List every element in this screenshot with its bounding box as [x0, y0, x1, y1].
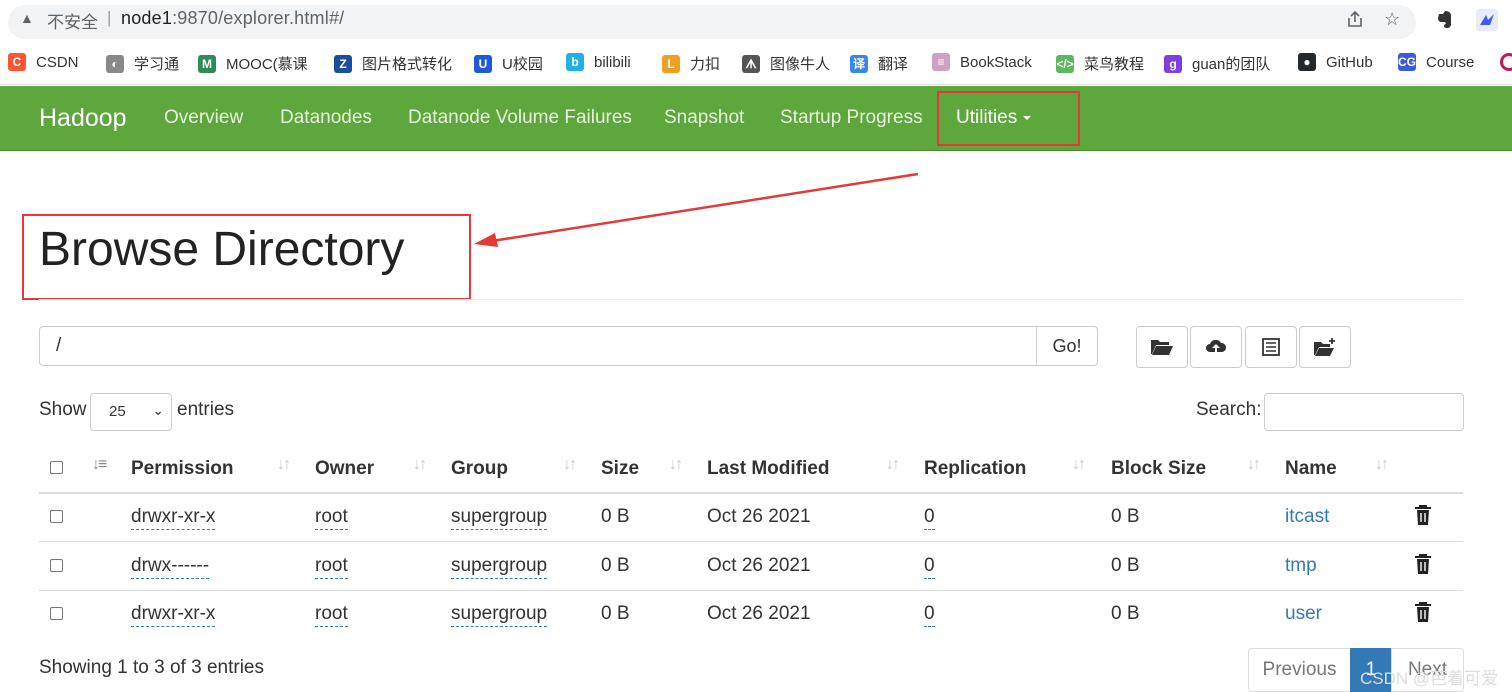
cell-modified: Oct 26 2021 [707, 506, 811, 527]
cell-permission[interactable]: drwx------ [131, 555, 210, 579]
header-divider [39, 492, 1463, 494]
page-length-select[interactable]: 25 ⌄ [90, 393, 172, 431]
cell-group[interactable]: supergroup [451, 603, 548, 627]
cell-block-size: 0 B [1111, 555, 1140, 576]
col-block-size[interactable]: Block Size [1111, 458, 1206, 480]
cell-owner[interactable]: root [315, 603, 348, 627]
sort-icon[interactable]: ↓↑ [413, 456, 427, 474]
row-checkbox[interactable] [50, 607, 63, 620]
sort-icon[interactable]: ↓↑ [1375, 456, 1389, 474]
entries-label: entries [177, 399, 235, 420]
page-length-value: 25 [109, 403, 126, 420]
row-divider [39, 590, 1463, 591]
col-owner[interactable]: Owner [315, 458, 374, 480]
trash-icon[interactable] [1413, 504, 1433, 526]
cell-owner[interactable]: root [315, 506, 348, 530]
cell-modified: Oct 26 2021 [707, 555, 811, 576]
row-divider [39, 541, 1463, 542]
cell-size: 0 B [601, 603, 630, 624]
cell-name-link[interactable]: tmp [1285, 555, 1317, 577]
cell-size: 0 B [601, 506, 630, 527]
cell-group[interactable]: supergroup [451, 555, 548, 579]
cell-modified: Oct 26 2021 [707, 603, 811, 624]
sort-icon[interactable]: ↓↑ [669, 456, 683, 474]
cell-permission[interactable]: drwxr-xr-x [131, 506, 216, 530]
cell-block-size: 0 B [1111, 506, 1140, 527]
path-input[interactable] [39, 326, 1037, 366]
col-name[interactable]: Name [1285, 458, 1337, 480]
select-all-checkbox[interactable] [50, 461, 63, 474]
sort-icon[interactable]: ↓↑ [563, 456, 577, 474]
cell-size: 0 B [601, 555, 630, 576]
cell-permission[interactable]: drwxr-xr-x [131, 603, 216, 627]
watermark: CSDN @芭着可爱 [1360, 669, 1499, 688]
annotation-box-title [22, 214, 471, 300]
chevron-down-icon: ⌄ [152, 402, 164, 418]
cell-block-size: 0 B [1111, 603, 1140, 624]
cell-name-link[interactable]: user [1285, 603, 1322, 625]
folder-open-icon [1151, 340, 1173, 355]
sort-icon[interactable]: ↓↑ [886, 456, 900, 474]
table-info: Showing 1 to 3 of 3 entries [39, 657, 264, 678]
cell-group[interactable]: supergroup [451, 506, 548, 530]
col-replication[interactable]: Replication [924, 458, 1026, 480]
title-divider [39, 299, 1463, 300]
cell-name-link[interactable]: itcast [1285, 506, 1329, 528]
row-checkbox[interactable] [50, 559, 63, 572]
cell-replication[interactable]: 0 [924, 555, 935, 579]
new-folder-button[interactable] [1299, 326, 1351, 368]
show-label: Show [39, 399, 87, 420]
trash-icon[interactable] [1413, 553, 1433, 575]
search-input[interactable] [1264, 393, 1464, 431]
list-alt-icon [1262, 338, 1280, 356]
row-checkbox[interactable] [50, 510, 63, 523]
col-group[interactable]: Group [451, 458, 508, 480]
sort-icon[interactable]: ↓↑ [1072, 456, 1086, 474]
cloud-upload-icon [1206, 339, 1227, 354]
col-permission[interactable]: Permission [131, 458, 233, 480]
go-button[interactable]: Go! [1036, 326, 1098, 366]
sort-icon[interactable]: ↓↑ [1247, 456, 1261, 474]
search-label: Search: [1196, 399, 1262, 420]
open-folder-button[interactable] [1136, 326, 1188, 368]
folder-plus-icon [1314, 338, 1335, 356]
upload-button[interactable] [1190, 326, 1242, 368]
trash-icon[interactable] [1413, 601, 1433, 623]
sort-asc-icon[interactable]: ↓≡ [92, 456, 107, 474]
sort-icon[interactable]: ↓↑ [277, 456, 291, 474]
cell-owner[interactable]: root [315, 555, 348, 579]
col-size[interactable]: Size [601, 458, 639, 480]
list-view-button[interactable] [1245, 326, 1297, 368]
previous-page-button[interactable]: Previous [1248, 648, 1351, 692]
col-last-modified[interactable]: Last Modified [707, 458, 829, 480]
cell-replication[interactable]: 0 [924, 603, 935, 627]
cell-replication[interactable]: 0 [924, 506, 935, 530]
